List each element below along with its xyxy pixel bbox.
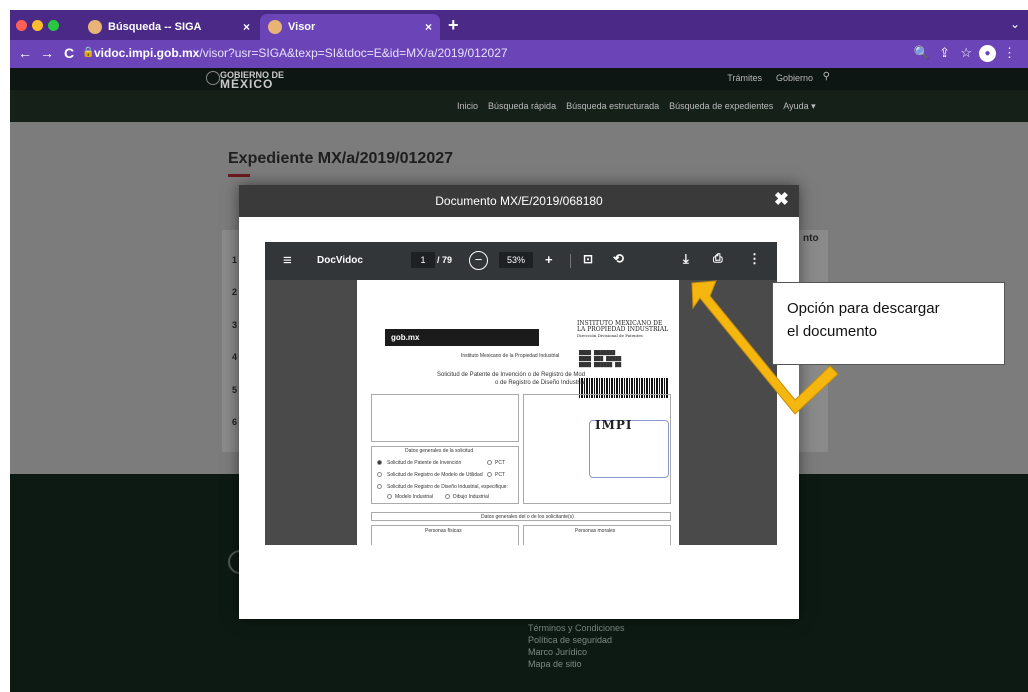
screen-frame: Búsqueda -- SIGA × Visor × + ⌄ ← → C 🔒 v… (10, 10, 1028, 692)
callout-arrow-icon (691, 280, 839, 415)
